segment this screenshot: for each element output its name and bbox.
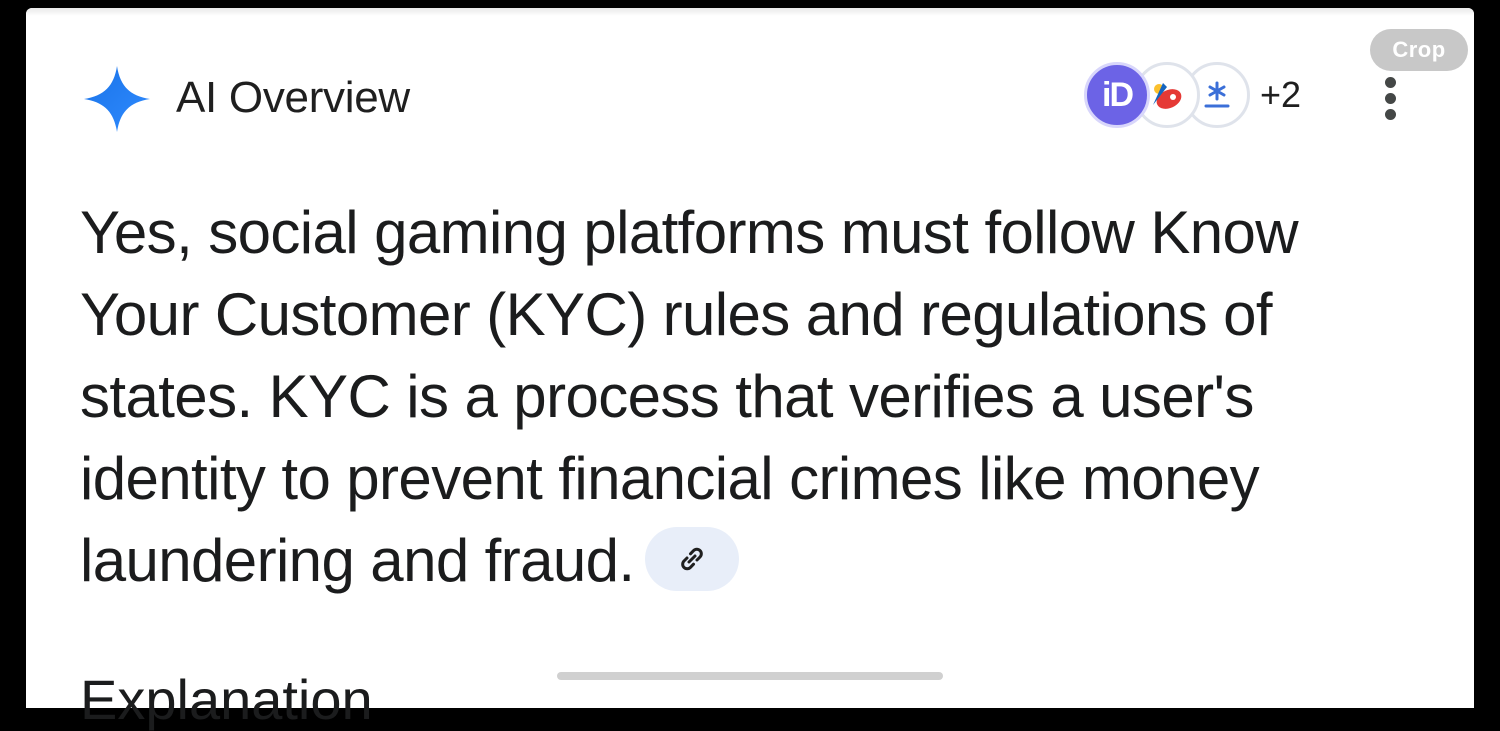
ai-overview-answer: Yes, social gaming platforms must follow… <box>80 192 1410 602</box>
card-top-edge <box>26 8 1474 16</box>
home-indicator[interactable] <box>557 672 943 680</box>
more-options-icon[interactable] <box>1376 74 1404 124</box>
link-icon <box>680 547 703 571</box>
source-link-button[interactable] <box>644 527 739 592</box>
gemini-sparkle-icon <box>84 66 150 132</box>
ai-overview-title: AI Overview <box>176 73 410 122</box>
more-sources-count[interactable]: +2 <box>1260 74 1301 116</box>
id-logo-icon[interactable]: iD <box>1084 62 1150 128</box>
ai-overview-header: AI Overview iD +2 <box>82 62 1412 134</box>
explanation-heading: Explanation <box>80 668 373 731</box>
